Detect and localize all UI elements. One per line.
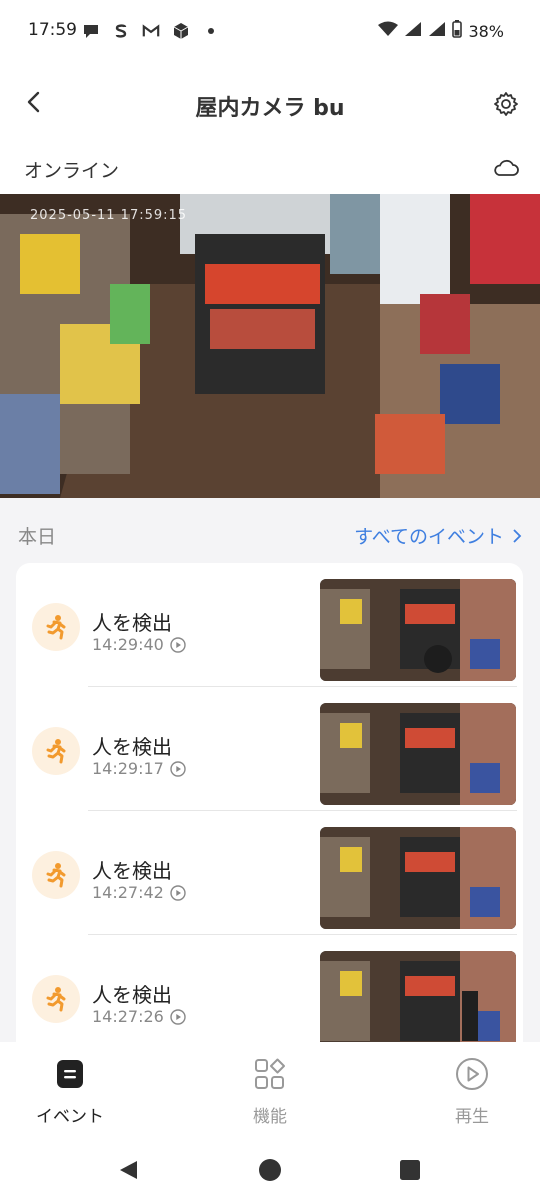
event-thumbnail[interactable] bbox=[320, 951, 516, 1043]
event-badge bbox=[32, 851, 80, 899]
all-events-link[interactable]: すべてのイベント bbox=[354, 522, 522, 549]
notification-icons bbox=[82, 22, 220, 40]
system-navigation bbox=[0, 1138, 540, 1200]
play-icon bbox=[454, 1056, 490, 1092]
event-type: 人を検出 bbox=[92, 735, 172, 759]
online-status: オンライン bbox=[24, 160, 120, 182]
cloud-icon[interactable] bbox=[492, 154, 520, 182]
square-recents-icon bbox=[400, 1160, 420, 1180]
features-grid-icon bbox=[252, 1056, 288, 1092]
status-row: オンライン bbox=[0, 144, 540, 194]
thumbnail-image bbox=[320, 951, 516, 1043]
status-bar: 17:59 38% bbox=[0, 0, 540, 64]
event-thumbnail[interactable] bbox=[320, 579, 516, 681]
page-title: 屋内カメラ bu bbox=[195, 96, 345, 121]
system-back-button[interactable] bbox=[114, 1156, 142, 1184]
app-cube-icon bbox=[172, 22, 190, 40]
play-circle-icon bbox=[170, 1008, 186, 1025]
event-badge bbox=[32, 727, 80, 775]
all-events-label: すべてのイベント bbox=[354, 526, 504, 548]
dot-icon bbox=[202, 22, 220, 40]
event-item[interactable]: 人を検出 14:29:17 bbox=[16, 687, 523, 811]
running-person-icon bbox=[46, 863, 66, 888]
chevron-right-icon bbox=[513, 528, 522, 543]
running-person-icon bbox=[46, 987, 66, 1012]
event-type: 人を検出 bbox=[92, 983, 172, 1007]
play-circle-icon bbox=[170, 636, 186, 653]
event-time: 14:29:40 bbox=[92, 635, 164, 654]
tab-events-label: イベント bbox=[36, 1107, 104, 1127]
event-badge bbox=[32, 975, 80, 1023]
camera-live-view[interactable]: 2025-05-11 17:59:15 bbox=[0, 194, 540, 498]
event-type: 人を検出 bbox=[92, 859, 172, 883]
play-circle-icon bbox=[170, 884, 186, 901]
event-time: 14:29:17 bbox=[92, 759, 164, 778]
settings-button[interactable] bbox=[488, 86, 524, 122]
event-time-row: 14:27:26 bbox=[92, 1007, 186, 1026]
running-person-icon bbox=[46, 739, 66, 764]
events-card: 人を検出 14:29:40 人を検出 14:29:17 人を検出 14:27:4… bbox=[16, 563, 523, 1043]
bottom-navigation: イベント 機能 再生 bbox=[0, 1042, 540, 1138]
live-view-image bbox=[0, 194, 540, 498]
event-type: 人を検出 bbox=[92, 611, 172, 635]
triangle-back-icon bbox=[120, 1161, 137, 1179]
event-time-row: 14:29:40 bbox=[92, 635, 186, 654]
tab-features[interactable]: 機能 bbox=[200, 1056, 340, 1127]
thumbnail-image bbox=[320, 579, 516, 681]
signal-icon bbox=[404, 21, 422, 41]
running-person-icon bbox=[46, 615, 66, 640]
tab-features-label: 機能 bbox=[253, 1107, 287, 1127]
events-section-header: 本日 すべてのイベント bbox=[0, 498, 540, 566]
wifi-icon bbox=[378, 21, 399, 41]
system-status: 38% bbox=[378, 20, 504, 42]
event-time-row: 14:27:42 bbox=[92, 883, 186, 902]
tab-events[interactable]: イベント bbox=[0, 1056, 140, 1127]
thumbnail-image bbox=[320, 827, 516, 929]
event-item[interactable]: 人を検出 14:29:40 bbox=[16, 563, 523, 687]
chat-bubble-icon bbox=[82, 22, 100, 40]
event-badge bbox=[32, 603, 80, 651]
event-time: 14:27:26 bbox=[92, 1007, 164, 1026]
thumbnail-image bbox=[320, 703, 516, 805]
event-item[interactable]: 人を検出 14:27:42 bbox=[16, 811, 523, 935]
system-home-button[interactable] bbox=[256, 1156, 284, 1184]
battery-percent: 38% bbox=[468, 21, 504, 41]
signal-icon-2 bbox=[428, 21, 446, 41]
event-time-row: 14:29:17 bbox=[92, 759, 186, 778]
s-app-icon bbox=[112, 22, 130, 40]
event-thumbnail[interactable] bbox=[320, 827, 516, 929]
tab-playback[interactable]: 再生 bbox=[402, 1056, 540, 1127]
event-time: 14:27:42 bbox=[92, 883, 164, 902]
events-icon bbox=[52, 1056, 88, 1092]
circle-home-icon bbox=[259, 1159, 281, 1181]
today-label: 本日 bbox=[18, 526, 57, 548]
live-timestamp: 2025-05-11 17:59:15 bbox=[30, 208, 188, 223]
battery-icon bbox=[452, 20, 463, 42]
status-time: 17:59 bbox=[28, 20, 77, 40]
system-recents-button[interactable] bbox=[396, 1156, 424, 1184]
event-thumbnail[interactable] bbox=[320, 703, 516, 805]
app-header: 屋内カメラ bu bbox=[0, 64, 540, 144]
gmail-icon bbox=[142, 22, 160, 40]
gear-icon bbox=[494, 92, 518, 116]
tab-playback-label: 再生 bbox=[455, 1107, 489, 1127]
event-item[interactable]: 人を検出 14:27:26 bbox=[16, 935, 523, 1043]
play-circle-icon bbox=[170, 760, 186, 777]
